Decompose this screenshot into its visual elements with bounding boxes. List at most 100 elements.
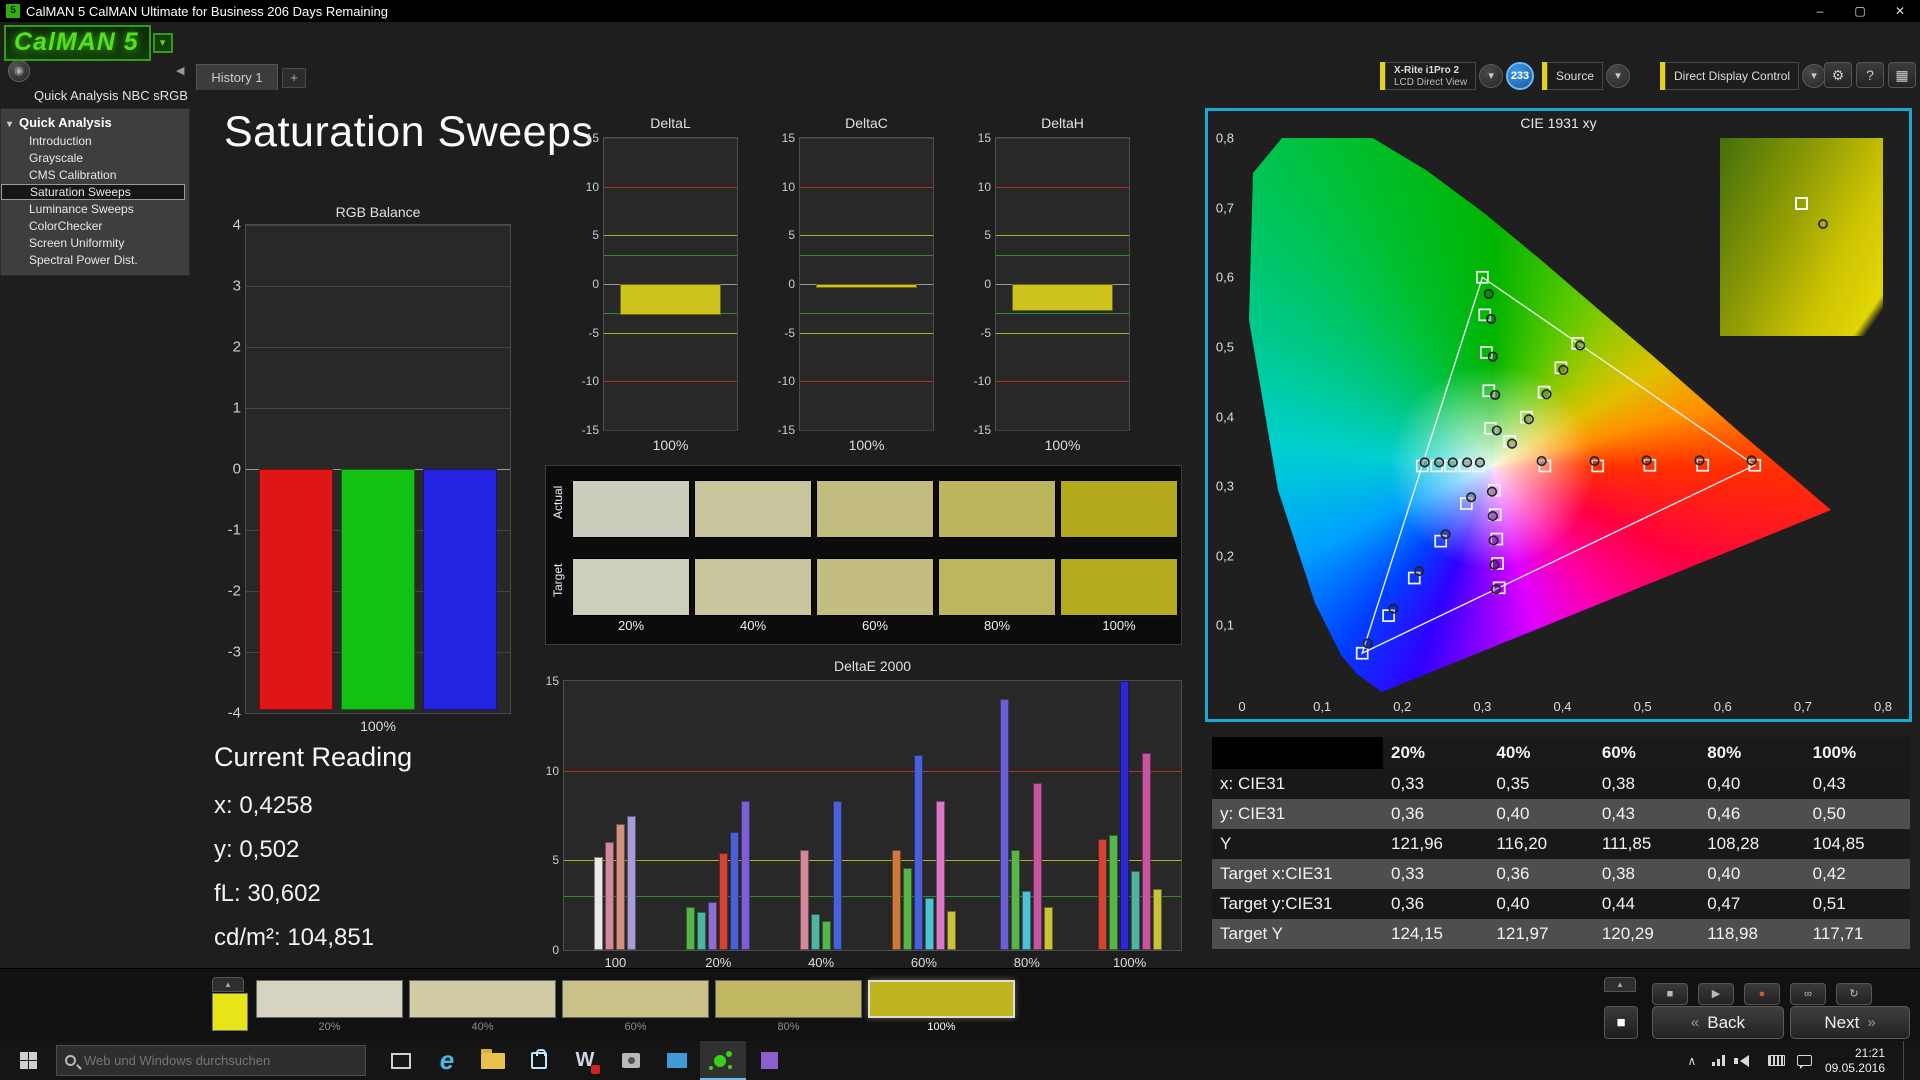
cie-1931-panel[interactable]: CIE 1931 xy 0,1 0,2 0,3 0,4 0,5 0,6 0,7 0,8 0 0,…: [1205, 108, 1912, 722]
keyboard-icon[interactable]: [1767, 1055, 1785, 1066]
pattern-swatch-button[interactable]: 100%: [868, 977, 1015, 1037]
chevron-down-icon[interactable]: ▾: [1802, 64, 1827, 88]
table-cell: 121,96: [1391, 834, 1443, 853]
taskbar-clock[interactable]: 21:21 09.05.2016: [1825, 1046, 1891, 1076]
tree-root[interactable]: ▾ Quick Analysis: [1, 113, 189, 132]
x-tick-label: 0,3: [1473, 699, 1492, 714]
sidebar-collapse-icon[interactable]: ◀: [176, 64, 184, 77]
network-icon[interactable]: [1711, 1055, 1728, 1066]
display-control-dropdown[interactable]: Direct Display Control ▾: [1660, 62, 1827, 90]
transport-eject-button[interactable]: ▲: [1604, 977, 1636, 992]
windows-taskbar: e W ∧ 21:21 09.05.2016: [0, 1041, 1920, 1080]
sidebar-item-colorchecker[interactable]: ColorChecker: [1, 218, 185, 234]
sidebar-item-luminance-sweeps[interactable]: Luminance Sweeps: [1, 201, 185, 217]
results-table: 20% 40% 60% 80% 100% x: CIE31 0,33 0,35 0,38 0,40…: [1212, 737, 1910, 949]
y-tick-label: 1: [232, 399, 241, 417]
cie-plot: [1242, 138, 1883, 695]
edge-taskbar-button[interactable]: e: [424, 1041, 470, 1080]
sidebar-item-spectral-power-dist-[interactable]: Spectral Power Dist.: [1, 252, 185, 268]
pattern-swatch-button[interactable]: 40%: [409, 977, 556, 1037]
pattern-swatch-button[interactable]: 80%: [715, 977, 862, 1037]
refresh-button[interactable]: ↻: [1836, 983, 1872, 1005]
mail-app-taskbar-button[interactable]: [654, 1041, 700, 1080]
y-tick-label: -4: [227, 704, 241, 722]
actual-swatch: [938, 480, 1056, 538]
notification-icon[interactable]: [1796, 1055, 1813, 1069]
meter-dropdown[interactable]: X-Rite i1Pro 2 LCD Direct View ▾: [1380, 62, 1504, 90]
deltae-bar: [1000, 698, 1010, 950]
limit-line: [996, 332, 1129, 334]
limit-line: [604, 254, 737, 256]
layout-button[interactable]: ▦: [1888, 62, 1916, 88]
calman-taskbar-button[interactable]: [700, 1041, 746, 1080]
pattern-swatch: [868, 980, 1015, 1018]
taskbar-search[interactable]: [56, 1045, 366, 1076]
start-button[interactable]: [0, 1041, 56, 1080]
limit-line: [604, 235, 737, 237]
pattern-swatch-button[interactable]: 20%: [256, 977, 403, 1037]
measured-point: [1388, 603, 1399, 614]
page-title: Saturation Sweeps: [224, 108, 594, 156]
minimize-button[interactable]: –: [1800, 0, 1840, 22]
cie-title: CIE 1931 xy: [1520, 115, 1597, 131]
deltae-bar: [913, 754, 923, 950]
deltah-chart: 15 10 5 0 -5 -10 -15: [974, 131, 1130, 437]
current-reading-fl: fL: 30,602: [214, 880, 321, 907]
stop-icon: ■: [1666, 988, 1674, 1000]
capture-app-taskbar-button[interactable]: [608, 1041, 654, 1080]
pattern-window-button[interactable]: ■: [1604, 1006, 1638, 1039]
next-button[interactable]: Next »: [1790, 1006, 1910, 1039]
pattern-eject-button[interactable]: ▲: [212, 977, 244, 992]
stop-button[interactable]: ■: [1652, 983, 1688, 1005]
chevron-down-icon[interactable]: ▾: [1606, 64, 1631, 88]
sidebar-item-cms-calibration[interactable]: CMS Calibration: [1, 167, 185, 183]
record-button[interactable]: ●: [1744, 983, 1780, 1005]
measured-point: [1491, 425, 1502, 436]
emblem-icon: ◉: [14, 65, 24, 77]
deltae-bar: [1152, 889, 1162, 950]
task-view-taskbar-button[interactable]: [378, 1041, 424, 1080]
add-tab-button[interactable]: +: [282, 68, 306, 88]
volume-icon[interactable]: [1733, 1054, 1756, 1067]
limit-line: [604, 138, 737, 139]
play-button[interactable]: ▶: [1698, 983, 1734, 1005]
logo-dropdown-icon[interactable]: ▾: [152, 33, 173, 53]
table-cell: 121,97: [1496, 924, 1549, 943]
tab-history-1[interactable]: History 1: [196, 64, 278, 90]
sidebar-item-screen-uniformity[interactable]: Screen Uniformity: [1, 235, 185, 251]
deltae-bar: [616, 824, 626, 950]
active-pattern-chip[interactable]: [212, 993, 248, 1031]
help-button[interactable]: ?: [1856, 62, 1884, 88]
back-button[interactable]: « Back: [1652, 1006, 1784, 1039]
file-explorer-taskbar-button[interactable]: [470, 1041, 516, 1080]
search-input[interactable]: [84, 1053, 357, 1068]
sidebar-item-saturation-sweeps[interactable]: Saturation Sweeps: [1, 184, 185, 200]
measured-point: [1447, 457, 1458, 468]
table-corner-cell: [1212, 737, 1383, 769]
media-app-taskbar-button[interactable]: [746, 1041, 792, 1080]
loop-button[interactable]: ∞: [1790, 983, 1826, 1005]
table-cell: 0,36: [1496, 864, 1530, 883]
tray-expand-icon[interactable]: ∧: [1684, 1054, 1700, 1068]
deltal-xlabel: 100%: [652, 437, 689, 453]
measured-point: [1419, 457, 1430, 468]
close-button[interactable]: ✕: [1880, 0, 1920, 22]
chevron-down-icon[interactable]: ▾: [1479, 64, 1504, 88]
store-taskbar-button[interactable]: [516, 1041, 562, 1080]
source-dropdown[interactable]: Source ▾: [1542, 62, 1631, 90]
table-cell: 0,42: [1812, 864, 1846, 883]
table-cell: 0,46: [1707, 804, 1741, 823]
show-desktop-button[interactable]: [1903, 1041, 1910, 1080]
word-mcafee-taskbar-button[interactable]: W: [562, 1041, 608, 1080]
expander-icon: ▾: [7, 119, 13, 130]
sidebar-item-introduction[interactable]: Introduction: [1, 133, 185, 149]
maximize-button[interactable]: ▢: [1840, 0, 1880, 22]
pattern-swatch-button[interactable]: 60%: [562, 977, 709, 1037]
saturation-label: 80%: [983, 618, 1011, 633]
y-tick-label: 0: [232, 460, 241, 478]
workflow-emblem-button[interactable]: ◉: [8, 60, 30, 82]
y-tick-label: 0,7: [1215, 200, 1234, 216]
sidebar-item-grayscale[interactable]: Grayscale: [1, 150, 185, 166]
settings-button[interactable]: ⚙: [1824, 62, 1852, 88]
rgb-bar-green: [341, 469, 415, 710]
